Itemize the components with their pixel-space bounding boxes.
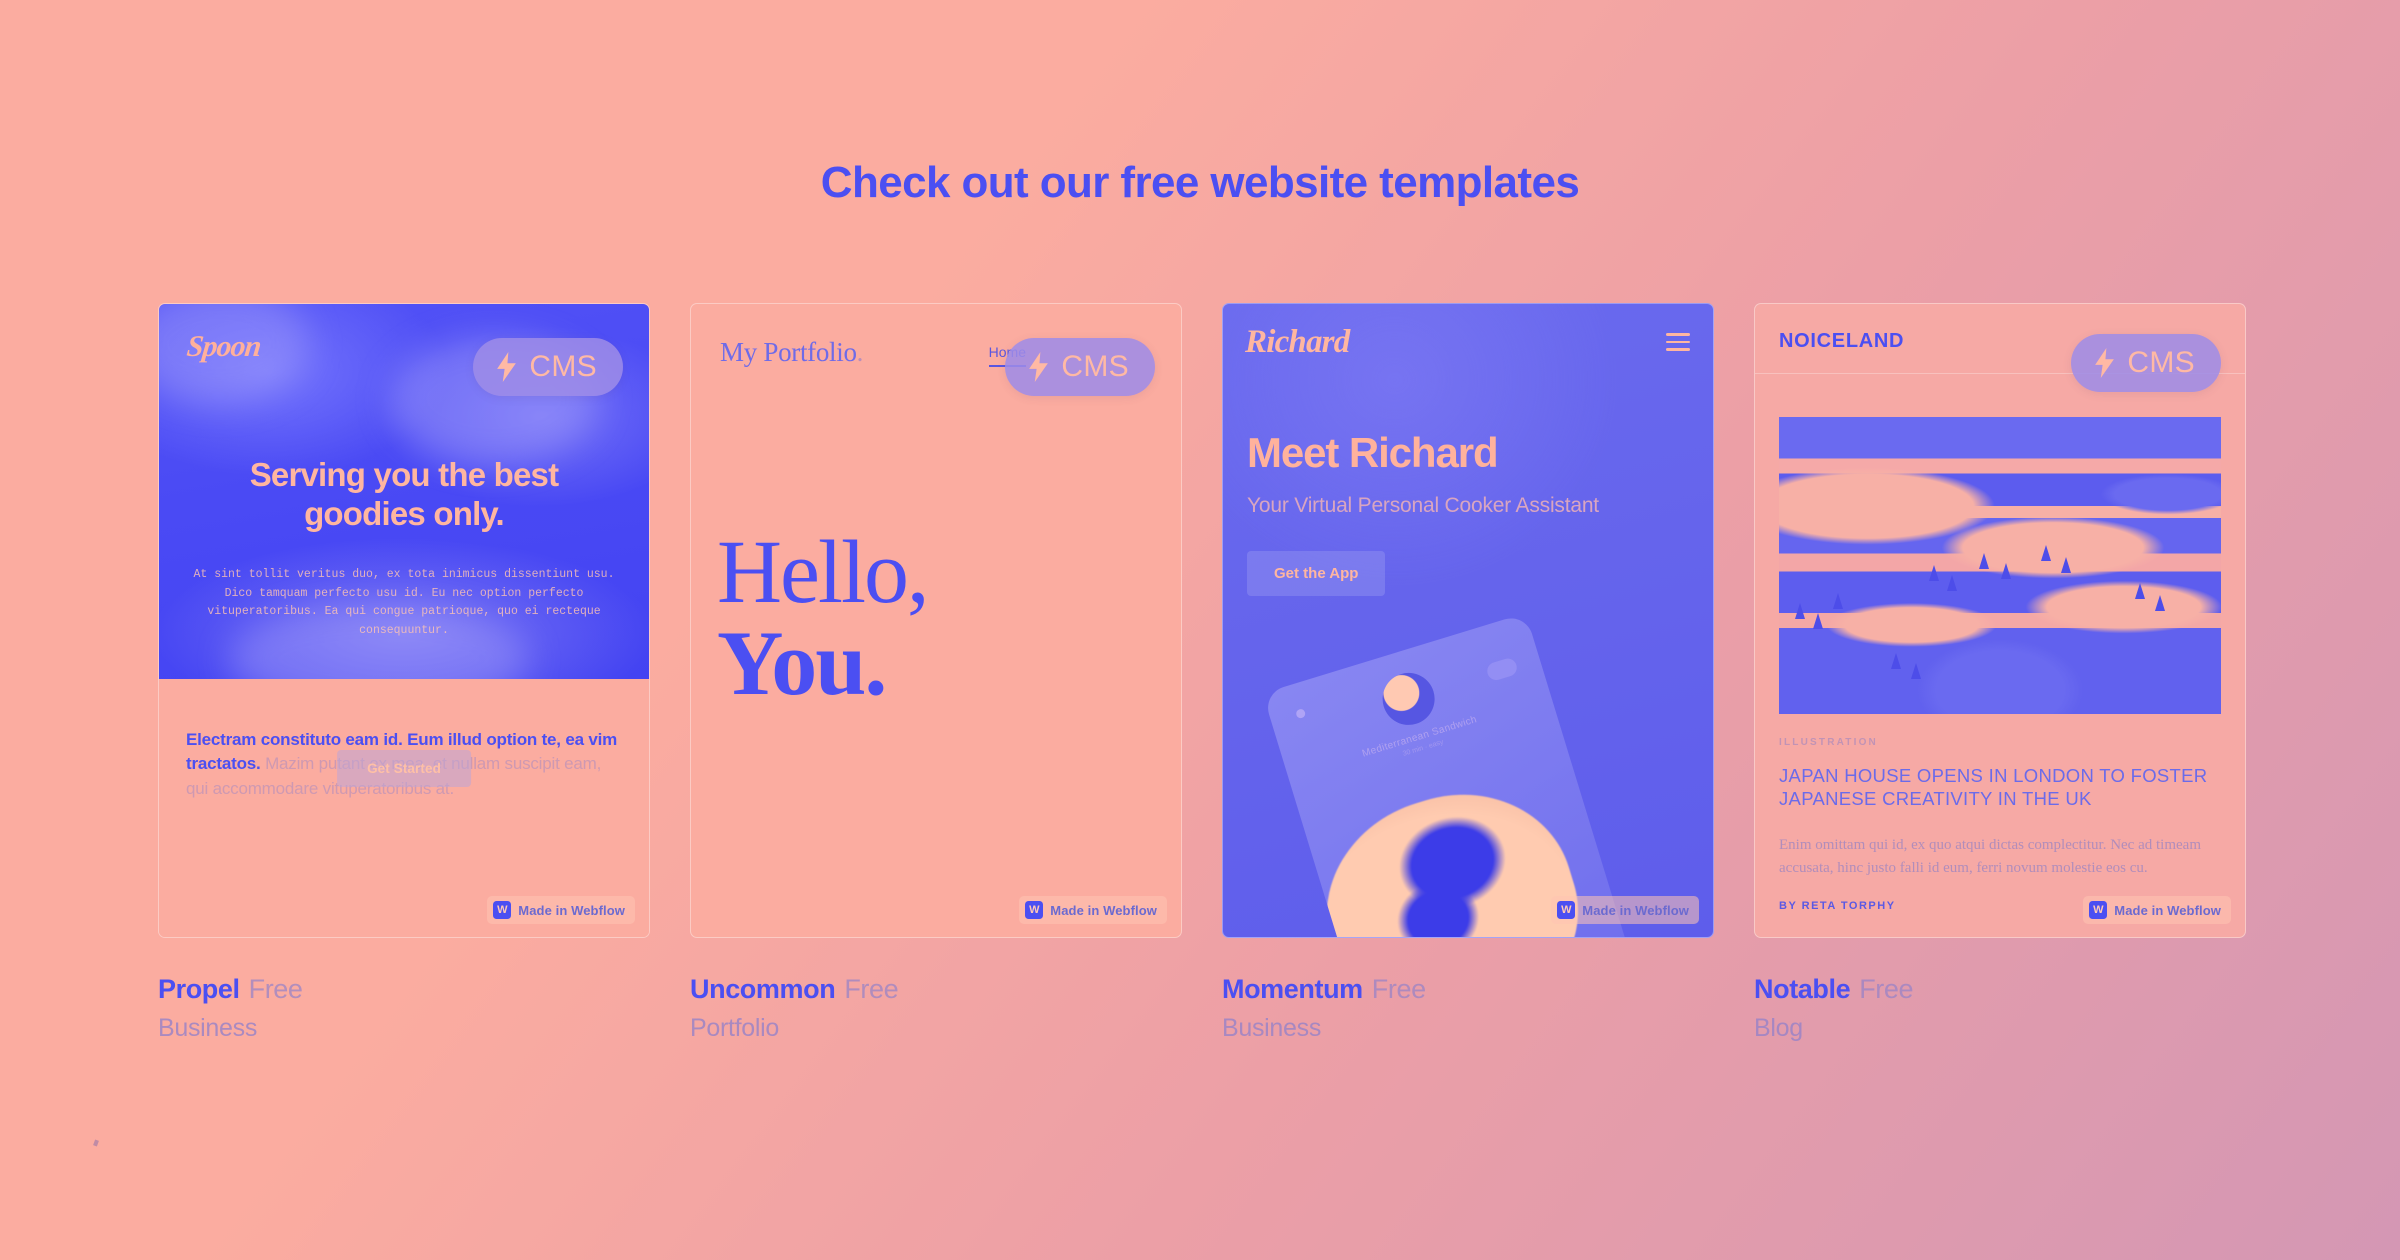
my-portfolio-logo: My Portfolio. (720, 337, 863, 368)
phone-mockup: Mediterranean Sandwich 30 min · easy Vie… (1262, 612, 1649, 937)
webflow-logo-icon: W (1025, 901, 1044, 919)
phone-avatar-icon (1375, 666, 1441, 732)
richard-heading: Meet Richard (1247, 429, 1499, 476)
template-name: Uncommon (690, 974, 836, 1004)
hero-line-1: Hello, (717, 523, 929, 622)
spoon-body-text: At sint tollit veritus duo, ex tota inim… (193, 568, 615, 637)
made-in-webflow-label: Made in Webflow (1582, 902, 1689, 918)
noiceland-landscape-image (1779, 417, 2221, 714)
template-price: Free (248, 974, 303, 1004)
template-price: Free (1371, 974, 1426, 1004)
template-price: Free (844, 974, 899, 1004)
template-name: Momentum (1222, 974, 1363, 1004)
made-in-webflow-badge[interactable]: W Made in Webflow (1551, 896, 1699, 924)
template-cards-row: Spoon CMS Serving you the best goodies o… (158, 303, 2250, 1043)
cms-badge: CMS (1005, 338, 1155, 396)
template-name: Propel (158, 974, 240, 1004)
page-title: Check out our free website templates (820, 158, 1580, 207)
made-in-webflow-label: Made in Webflow (2114, 902, 2221, 918)
template-card-propel[interactable]: Spoon CMS Serving you the best goodies o… (158, 303, 650, 1043)
noiceland-logo: NOICELAND (1779, 330, 1905, 352)
made-in-webflow-badge[interactable]: W Made in Webflow (2083, 896, 2231, 924)
spoon-heading: Serving you the best goodies only. (249, 456, 559, 532)
template-meta-momentum: Momentum Free Business (1222, 974, 1714, 1043)
phone-menu-dots-icon (1485, 656, 1520, 683)
cms-badge-label: CMS (1061, 350, 1129, 383)
template-name: Notable (1754, 974, 1851, 1004)
cms-badge: CMS (2071, 334, 2221, 392)
lightning-bolt-icon (2095, 348, 2115, 378)
template-category: Portfolio (690, 1014, 780, 1042)
template-meta-notable: Notable Free Blog (1754, 974, 2246, 1043)
get-the-app-button[interactable]: Get the App (1247, 551, 1386, 596)
webflow-logo-icon: W (2089, 901, 2108, 919)
template-preview-propel[interactable]: Spoon CMS Serving you the best goodies o… (158, 303, 650, 938)
portfolio-hero-heading: Hello, You. (717, 523, 929, 714)
made-in-webflow-label: Made in Webflow (1050, 902, 1157, 918)
template-card-momentum[interactable]: Richard Meet Richard Your Virtual Person… (1222, 303, 1714, 1043)
cms-badge: CMS (473, 338, 623, 396)
my-portfolio-logo-dot: . (856, 337, 864, 367)
richard-subheading: Your Virtual Personal Cooker Assistant (1247, 494, 1599, 517)
template-price: Free (1859, 974, 1914, 1004)
hamburger-menu-icon[interactable] (1666, 333, 1690, 356)
lightning-bolt-icon (497, 352, 517, 382)
webflow-logo-icon: W (1557, 901, 1576, 919)
get-started-button[interactable]: Get Started (337, 750, 471, 787)
made-in-webflow-label: Made in Webflow (518, 902, 625, 918)
lightning-bolt-icon (1029, 352, 1049, 382)
template-preview-momentum[interactable]: Richard Meet Richard Your Virtual Person… (1222, 303, 1714, 938)
template-card-uncommon[interactable]: My Portfolio. Home CMS Hello, You. ✍Doub… (690, 303, 1182, 1043)
article-byline: BY RETA TORPHY (1779, 900, 1896, 912)
template-meta-propel: Propel Free Business (158, 974, 650, 1043)
template-category: Blog (1754, 1014, 1803, 1042)
article-category-kicker: ILLUSTRATION (1779, 737, 1878, 748)
template-preview-uncommon[interactable]: My Portfolio. Home CMS Hello, You. ✍Doub… (690, 303, 1182, 938)
made-in-webflow-badge[interactable]: W Made in Webflow (1019, 896, 1167, 924)
stray-mark (93, 1139, 99, 1147)
spoon-logo: Spoon (185, 330, 263, 363)
article-excerpt: Enim omittam qui id, ex quo atqui dictas… (1779, 837, 2201, 876)
template-meta-uncommon: Uncommon Free Portfolio (690, 974, 1182, 1043)
cms-badge-label: CMS (2127, 346, 2195, 379)
richard-logo: Richard (1245, 324, 1350, 360)
phone-camera-dot (1295, 708, 1307, 720)
cms-badge-label: CMS (529, 350, 597, 383)
made-in-webflow-badge[interactable]: W Made in Webflow (487, 896, 635, 924)
hero-line-2: You. (717, 611, 887, 714)
article-title: JAPAN HOUSE OPENS IN LONDON TO FOSTER JA… (1779, 765, 2208, 810)
template-category: Business (1222, 1014, 1322, 1042)
my-portfolio-logo-text: My Portfolio (720, 337, 857, 367)
webflow-logo-icon: W (493, 901, 512, 919)
template-preview-notable[interactable]: NOICELAND CMS ILLUSTRATION JAPAN HOUSE O… (1754, 303, 2246, 938)
template-category: Business (158, 1014, 258, 1042)
template-card-notable[interactable]: NOICELAND CMS ILLUSTRATION JAPAN HOUSE O… (1754, 303, 2246, 1043)
